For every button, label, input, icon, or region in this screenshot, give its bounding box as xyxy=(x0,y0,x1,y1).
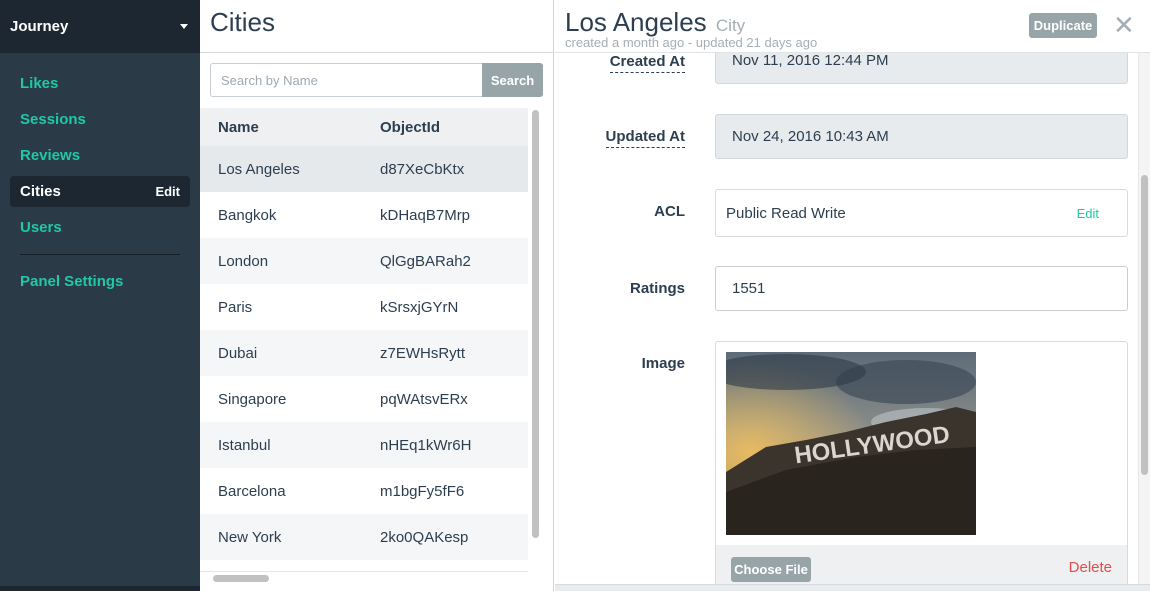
acl-label: ACL xyxy=(654,203,685,220)
cell-name: Barcelona xyxy=(218,482,286,500)
sidebar-footer xyxy=(0,586,200,591)
cell-objectid: nHEq1kWr6H xyxy=(380,436,472,454)
table-row[interactable]: New York 2ko0QAKesp xyxy=(200,514,528,560)
table-row[interactable]: Barcelona m1bgFy5fF6 xyxy=(200,468,528,514)
detail-panel: Los Angeles City created a month ago - u… xyxy=(555,0,1150,591)
image-label: Image xyxy=(641,355,685,372)
cell-name: Paris xyxy=(218,298,253,316)
sidebar-item-label: Panel Settings xyxy=(20,272,124,290)
hollywood-sign-image: HOLLYWOOD xyxy=(726,352,976,535)
search-button[interactable]: Search xyxy=(482,63,543,97)
detail-header: Los Angeles City created a month ago - u… xyxy=(555,0,1150,53)
cell-objectid: pqWAtsvERx xyxy=(380,390,468,408)
created-at-value: Nov 11, 2016 12:44 PM xyxy=(732,52,889,69)
app-name: Journey xyxy=(10,18,69,35)
cell-objectid: d87XeCbKtx xyxy=(380,160,465,178)
choose-file-button[interactable]: Choose File xyxy=(731,557,811,582)
cell-objectid: m1bgFy5fF6 xyxy=(380,482,465,500)
duplicate-button[interactable]: Duplicate xyxy=(1029,13,1097,38)
app-switcher[interactable]: Journey xyxy=(0,0,200,53)
table-row[interactable]: Dubai z7EWHsRytt xyxy=(200,330,528,376)
sidebar-item-sessions[interactable]: Sessions xyxy=(0,101,200,137)
table-row[interactable]: London QlGgBARah2 xyxy=(200,238,528,284)
edit-class-link[interactable]: Edit xyxy=(155,184,180,199)
created-at-label-text: Created At xyxy=(609,53,685,73)
table-row[interactable]: Singapore pqWAtsvERx xyxy=(200,376,528,422)
cell-name: Singapore xyxy=(218,390,287,408)
acl-field: Public Read Write Edit xyxy=(715,189,1128,237)
cell-objectid: kDHaqB7Mrp xyxy=(380,206,471,224)
updated-at-value: Nov 24, 2016 10:43 AM xyxy=(732,128,889,145)
cell-name: New York xyxy=(218,528,282,546)
image-preview[interactable]: HOLLYWOOD xyxy=(726,352,976,535)
detail-scrollbar-thumb[interactable] xyxy=(1141,175,1148,475)
search-input[interactable] xyxy=(210,63,482,97)
list-panel: Cities Search Name ObjectId Los Angeles … xyxy=(200,0,744,591)
record-name: Los Angeles xyxy=(565,7,707,37)
record-timestamps: created a month ago - updated 21 days ag… xyxy=(565,35,818,50)
record-class: City xyxy=(715,16,746,35)
column-header-name[interactable]: Name xyxy=(200,119,380,136)
cell-name: Dubai xyxy=(218,344,258,362)
chevron-down-icon[interactable] xyxy=(180,24,188,29)
sidebar-item-users[interactable]: Users xyxy=(0,209,200,245)
ratings-input[interactable]: 1551 xyxy=(715,266,1128,311)
acl-edit-link[interactable]: Edit xyxy=(1077,206,1099,221)
sidebar-item-reviews[interactable]: Reviews xyxy=(0,137,200,173)
sidebar-item-label: Reviews xyxy=(20,146,81,164)
table-row[interactable]: Paris kSrsxjGYrN xyxy=(200,284,528,330)
table-row[interactable]: Bangkok kDHaqB7Mrp xyxy=(200,192,528,238)
delete-image-link[interactable]: Delete xyxy=(1069,559,1112,576)
sidebar-item-label: Likes xyxy=(20,74,59,92)
table-row[interactable]: Los Angeles d87XeCbKtx xyxy=(200,146,528,192)
sidebar-item-label: Sessions xyxy=(20,110,86,128)
sidebar-item-panel-settings[interactable]: Panel Settings xyxy=(0,263,200,299)
nav-divider xyxy=(20,254,180,255)
ratings-label: Ratings xyxy=(629,280,685,297)
table-header: Name ObjectId xyxy=(200,108,528,146)
created-at-label: Created At xyxy=(555,53,685,73)
cell-objectid: kSrsxjGYrN xyxy=(380,298,459,316)
detail-footer xyxy=(555,584,1150,591)
cell-objectid: z7EWHsRytt xyxy=(380,344,466,362)
record-title: Los Angeles City xyxy=(565,7,745,38)
ratings-value: 1551 xyxy=(732,280,766,297)
sidebar-nav: Likes Sessions Reviews Cities Edit Users… xyxy=(0,53,200,299)
cell-objectid: 2ko0QAKesp xyxy=(380,528,469,546)
list-scrollbar-thumb[interactable] xyxy=(532,110,539,538)
sidebar-item-label: Users xyxy=(20,218,62,236)
table-row[interactable]: Istanbul nHEq1kWr6H xyxy=(200,422,528,468)
cell-name: Los Angeles xyxy=(218,160,300,178)
sidebar-item-likes[interactable]: Likes xyxy=(0,65,200,101)
page-title: Cities xyxy=(200,0,553,53)
sidebar: Journey Likes Sessions Reviews Cities Ed… xyxy=(0,0,200,591)
cell-objectid: QlGgBARah2 xyxy=(380,252,471,270)
sidebar-item-label: Cities xyxy=(20,183,61,200)
column-header-objectid[interactable]: ObjectId xyxy=(380,119,528,136)
records-table: Name ObjectId Los Angeles d87XeCbKtx Ban… xyxy=(200,108,528,560)
cell-name: Bangkok xyxy=(218,206,277,224)
updated-at-label: Updated At xyxy=(555,128,685,148)
updated-at-field: Nov 24, 2016 10:43 AM xyxy=(715,114,1128,159)
updated-at-label-text: Updated At xyxy=(605,128,685,148)
acl-value: Public Read Write xyxy=(726,204,846,222)
close-icon[interactable]: ✕ xyxy=(1113,12,1135,38)
list-horizontal-scrollbar-thumb[interactable] xyxy=(213,575,269,582)
sidebar-item-cities[interactable]: Cities Edit xyxy=(10,176,190,207)
image-field: HOLLYWOOD Choose File Delete xyxy=(715,341,1128,591)
cell-name: London xyxy=(218,252,269,270)
cell-name: Istanbul xyxy=(218,436,271,454)
search-bar: Search xyxy=(210,63,543,97)
